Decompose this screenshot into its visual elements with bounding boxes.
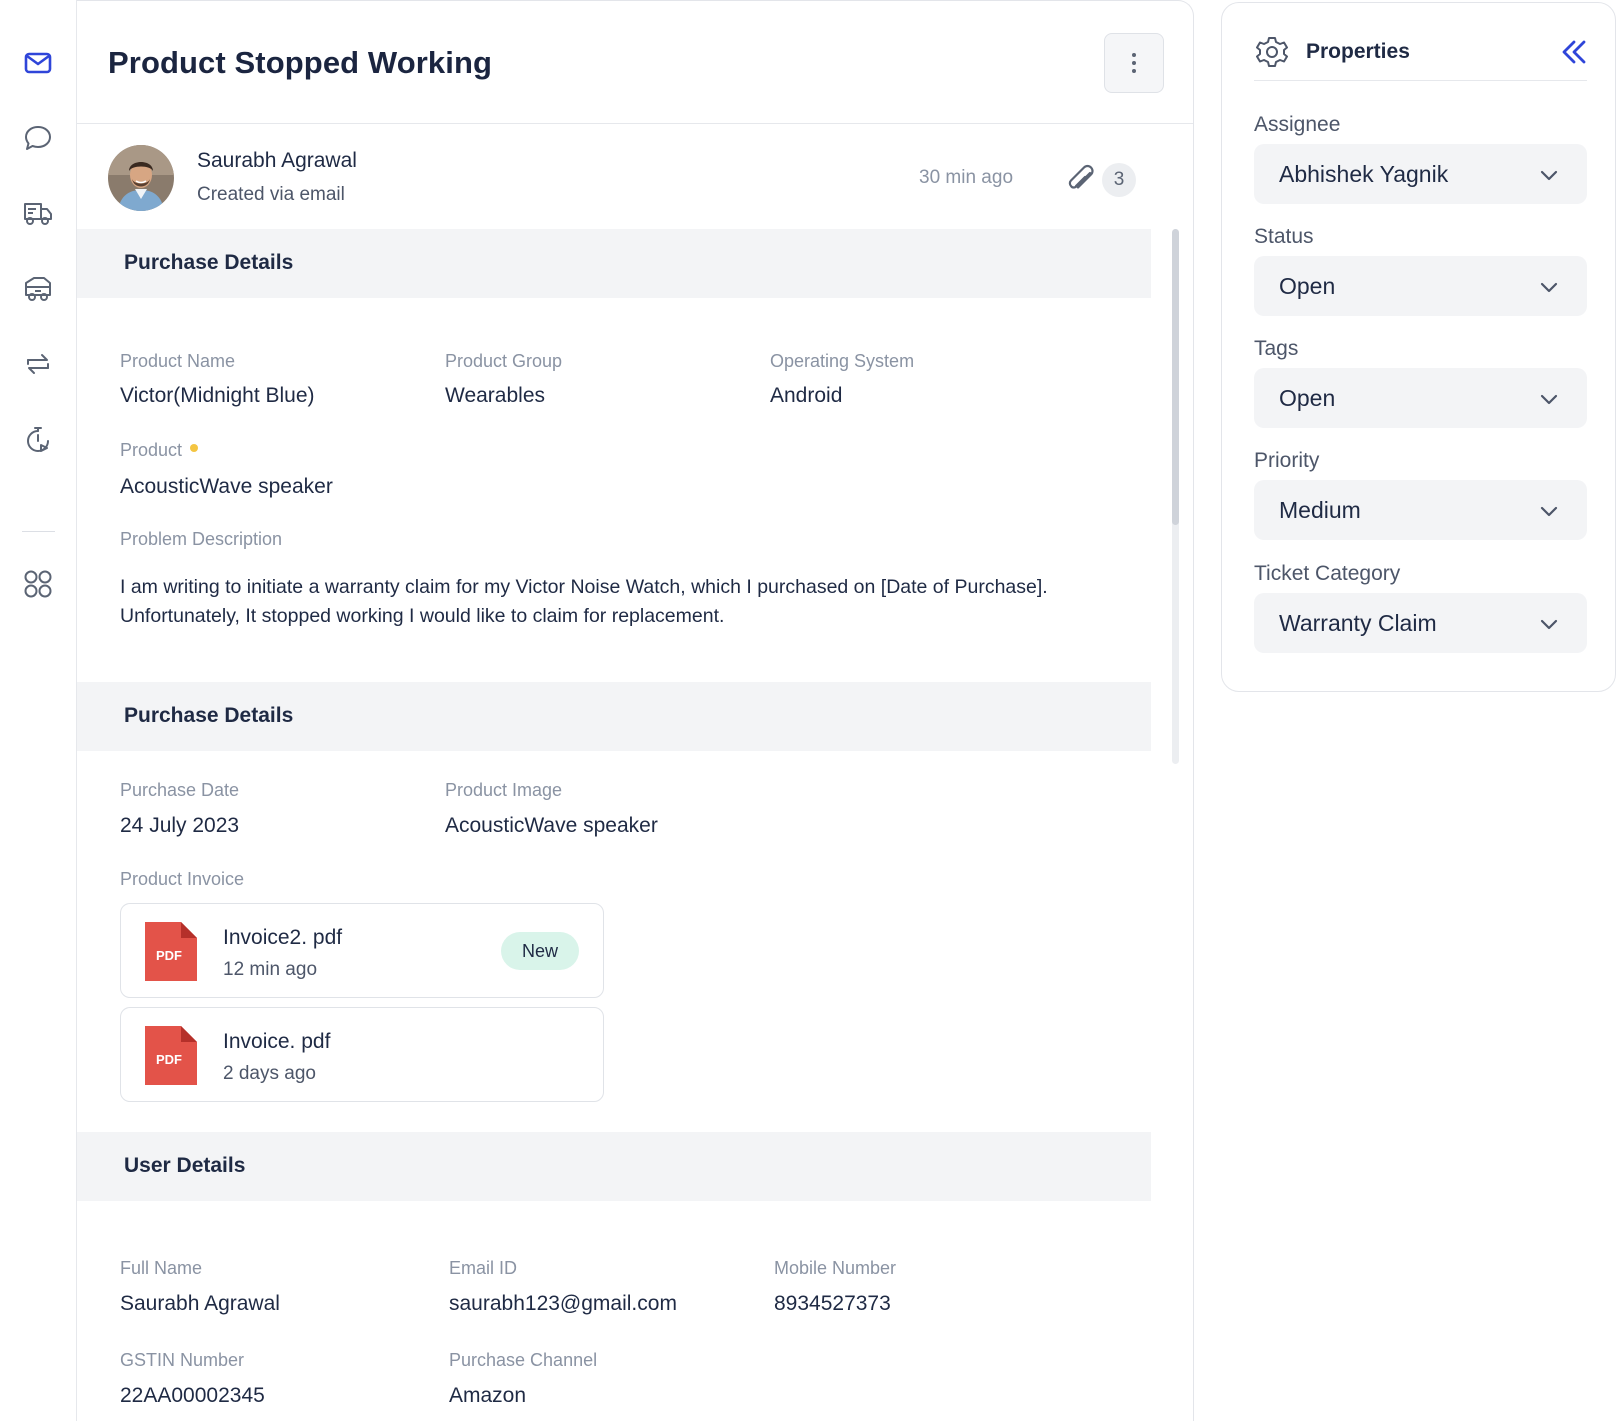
more-options-button[interactable]: [1104, 33, 1164, 93]
chat-bubble-icon[interactable]: [19, 119, 57, 157]
ticket-timestamp: 30 min ago: [919, 167, 1014, 188]
product-group-value: Wearables: [445, 384, 545, 407]
paperclip-icon[interactable]: [1065, 163, 1099, 197]
assignee-value: Abhishek Yagnik: [1279, 161, 1449, 187]
ticket-category-select[interactable]: Warranty Claim: [1254, 593, 1587, 653]
file-time: 12 min ago: [223, 959, 318, 980]
section-title: User Details: [124, 1154, 246, 1177]
channel-label: Purchase Channel: [449, 1350, 598, 1370]
nav-divider: [22, 531, 55, 532]
chevron-down-icon: [1540, 170, 1558, 181]
email-label: Email ID: [449, 1258, 518, 1278]
avatar[interactable]: [108, 145, 174, 211]
properties-panel: Properties Assignee Abhishek Yagnik Stat…: [1221, 2, 1616, 692]
status-value: Open: [1279, 273, 1336, 299]
assignee-label: Assignee: [1254, 113, 1341, 136]
priority-value: Medium: [1279, 497, 1361, 523]
mobile-label: Mobile Number: [774, 1258, 897, 1278]
section-title: Purchase Details: [124, 251, 294, 274]
author-name[interactable]: Saurabh Agrawal: [197, 149, 357, 173]
section-header-user-details: User Details: [77, 1132, 1151, 1201]
full-name-value: Saurabh Agrawal: [120, 1292, 280, 1315]
ticket-panel: Product Stopped Working Saurabh Agrawal …: [77, 0, 1194, 1421]
pdf-label: PDF: [156, 948, 182, 963]
mail-icon[interactable]: [19, 44, 57, 82]
attachment-count: 3: [1102, 163, 1136, 197]
status-label: Status: [1254, 225, 1314, 248]
timer-icon[interactable]: [19, 421, 57, 459]
product-group-label: Product Group: [445, 351, 563, 371]
kebab-icon: [1132, 53, 1136, 73]
section-title: Purchase Details: [124, 704, 294, 727]
exchange-icon[interactable]: [19, 345, 57, 383]
file-time: 2 days ago: [223, 1063, 316, 1084]
collapse-panel-icon[interactable]: [1559, 37, 1589, 67]
section-header-purchase-details: Purchase Details: [77, 229, 1151, 298]
gstin-label: GSTIN Number: [120, 1350, 245, 1370]
pdf-file-icon: PDF: [145, 1026, 197, 1085]
invoice-file-card[interactable]: PDF Invoice. pdf 2 days ago: [120, 1007, 604, 1102]
tags-label: Tags: [1254, 337, 1299, 360]
mobile-value: 8934527373: [774, 1292, 891, 1315]
chevron-down-icon: [1540, 506, 1558, 517]
product-name-value: Victor(Midnight Blue): [120, 384, 315, 407]
purchase-date-value: 24 July 2023: [120, 814, 240, 837]
status-select[interactable]: Open: [1254, 256, 1587, 316]
assignee-select[interactable]: Abhishek Yagnik: [1254, 144, 1587, 204]
invoice-file-card[interactable]: PDF Invoice2. pdf 12 min ago New: [120, 903, 604, 998]
purchase-date-label: Purchase Date: [120, 780, 240, 800]
tags-value: Open: [1279, 385, 1336, 411]
apps-grid-icon[interactable]: [19, 565, 57, 603]
delivery-icon[interactable]: [19, 270, 57, 308]
problem-label: Problem Description: [120, 529, 283, 549]
file-name[interactable]: Invoice2. pdf: [223, 926, 342, 950]
product-value: AcousticWave speaker: [120, 475, 333, 498]
gear-icon: [1255, 35, 1289, 69]
ticket-category-label: Ticket Category: [1254, 562, 1401, 585]
chevron-down-icon: [1540, 282, 1558, 293]
pdf-label: PDF: [156, 1052, 182, 1067]
properties-divider: [1254, 80, 1587, 81]
priority-select[interactable]: Medium: [1254, 480, 1587, 540]
product-invoice-label: Product Invoice: [120, 869, 245, 889]
scrollbar-thumb[interactable]: [1172, 229, 1179, 525]
os-value: Android: [770, 384, 843, 407]
chevron-down-icon: [1540, 394, 1558, 405]
chevron-down-icon: [1540, 619, 1558, 630]
tags-select[interactable]: Open: [1254, 368, 1587, 428]
nav-rail: [0, 0, 77, 1421]
channel-value: Amazon: [449, 1384, 527, 1407]
problem-description: I am writing to initiate a warranty clai…: [120, 576, 1048, 627]
gstin-value: 22AA00002345: [120, 1384, 265, 1407]
ticket-title: Product Stopped Working: [108, 45, 493, 80]
section-header-purchase-details-2: Purchase Details: [77, 682, 1151, 751]
required-dot-icon: [190, 444, 199, 453]
properties-title: Properties: [1306, 40, 1410, 63]
scrollbar[interactable]: [1172, 229, 1179, 764]
product-label: Product: [120, 440, 183, 460]
ticket-source: Created via email: [197, 184, 345, 205]
ticket-category-value: Warranty Claim: [1279, 610, 1437, 636]
new-badge: New: [501, 932, 579, 970]
priority-label: Priority: [1254, 449, 1320, 472]
email-value[interactable]: saurabh123@gmail.com: [449, 1292, 677, 1316]
os-label: Operating System: [770, 351, 915, 371]
pdf-file-icon: PDF: [145, 922, 197, 981]
product-name-label: Product Name: [120, 351, 236, 371]
truck-icon[interactable]: [19, 194, 57, 232]
product-label-row: Product: [120, 440, 199, 461]
product-image-label: Product Image: [445, 780, 563, 800]
header-divider: [77, 123, 1193, 124]
file-name[interactable]: Invoice. pdf: [223, 1030, 330, 1054]
product-image-value[interactable]: AcousticWave speaker: [445, 814, 658, 838]
full-name-label: Full Name: [120, 1258, 203, 1278]
